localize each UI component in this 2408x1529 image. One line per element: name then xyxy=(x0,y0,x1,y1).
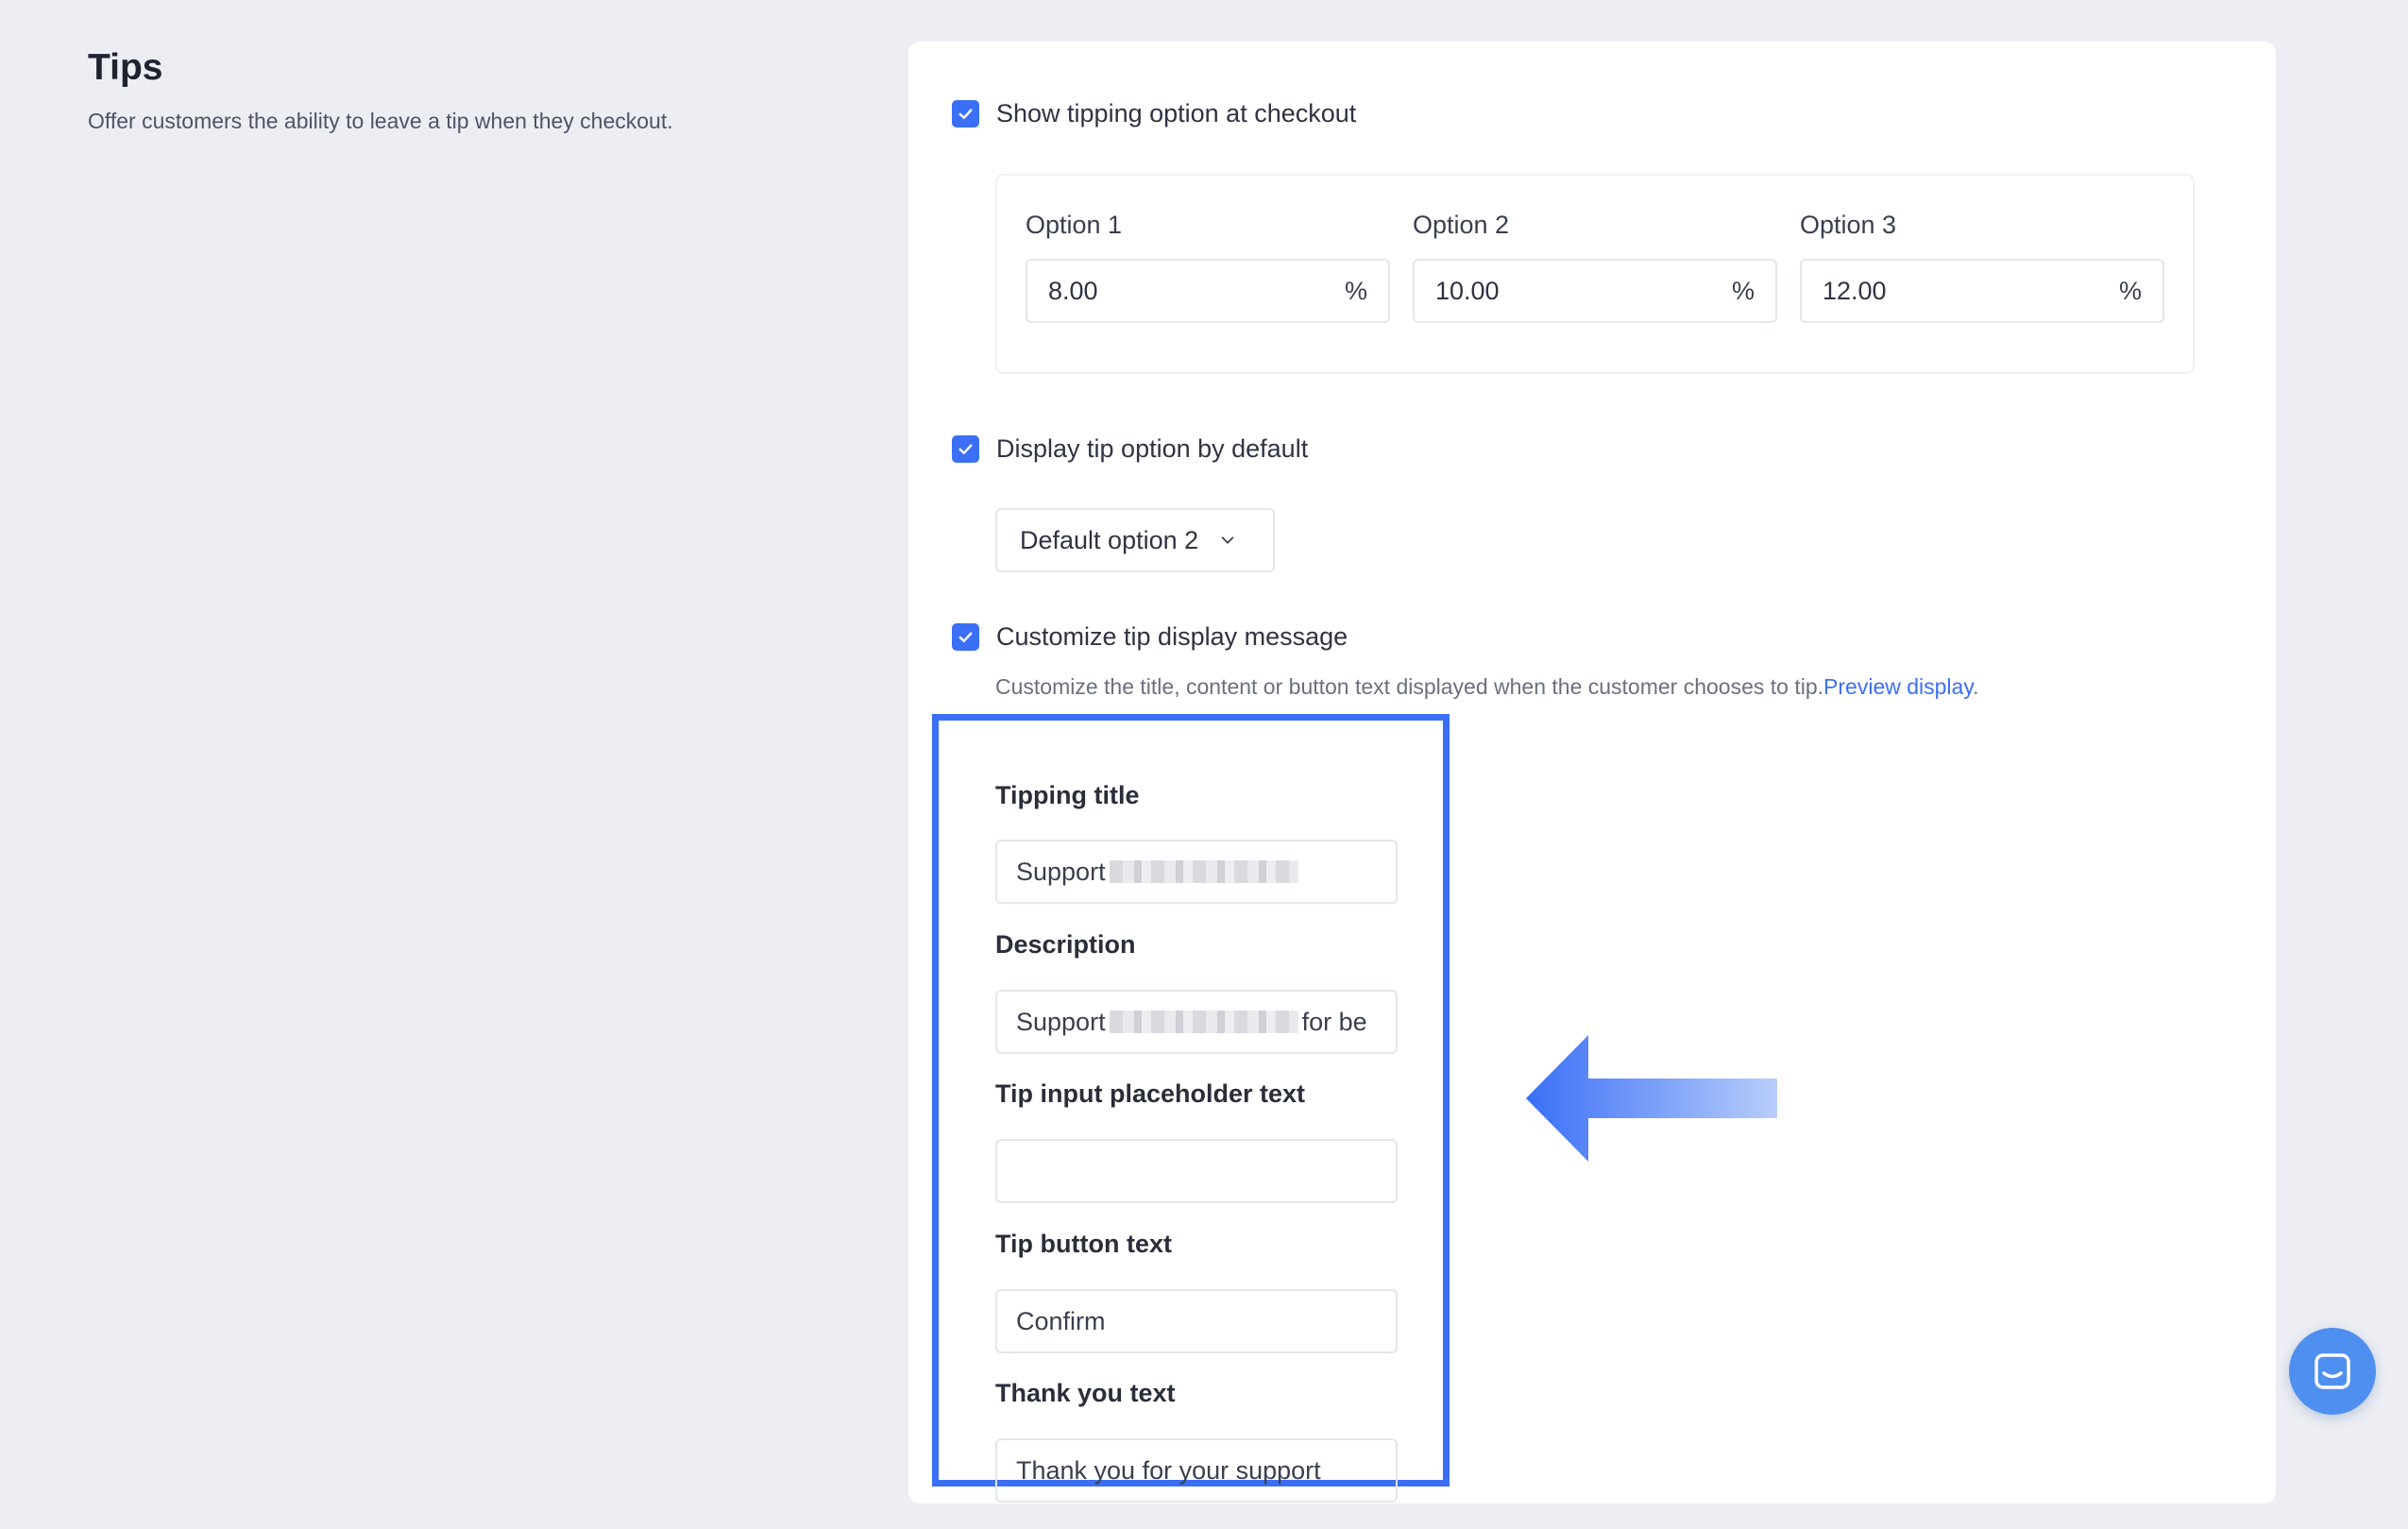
redacted-text xyxy=(1109,1011,1298,1033)
tips-settings-card: Show tipping option at checkout Option 1… xyxy=(908,42,2276,1504)
placeholder-field: Tip input placeholder text xyxy=(995,1077,1398,1203)
section-header: Tips Offer customers the ability to leav… xyxy=(88,43,862,136)
customize-row: Customize tip display message xyxy=(952,622,1348,652)
tipping-title-label: Tipping title xyxy=(995,781,1140,809)
tip-button-label: Tip button text xyxy=(995,1230,1172,1258)
default-option-value: Default option 2 xyxy=(1020,525,1199,554)
show-tipping-row: Show tipping option at checkout xyxy=(952,99,1356,128)
preview-display-link[interactable]: Preview display xyxy=(1823,674,1973,699)
tipping-title-value: Support xyxy=(1016,857,1106,886)
description-input[interactable]: Support for be xyxy=(995,990,1398,1054)
tipping-title-input[interactable]: Support xyxy=(995,840,1398,904)
chat-icon xyxy=(2315,1353,2350,1389)
show-tipping-label: Show tipping option at checkout xyxy=(996,99,1357,127)
customize-help-text: Customize the title, content or button t… xyxy=(995,674,1824,699)
tip-button-input[interactable]: Confirm xyxy=(995,1289,1398,1353)
check-icon xyxy=(958,632,973,643)
thank-you-field: Thank you text Thank you for your suppor… xyxy=(995,1376,1398,1503)
tip-button-field: Tip button text Confirm xyxy=(995,1227,1398,1353)
percent-suffix: % xyxy=(1731,276,1755,305)
chat-launcher-button[interactable] xyxy=(2289,1328,2376,1415)
tip-option-2-label: Option 2 xyxy=(1413,211,1510,239)
tip-option-2: Option 2 10.00 % xyxy=(1413,208,1777,323)
description-label: Description xyxy=(995,930,1136,959)
percent-suffix: % xyxy=(2118,276,2142,305)
placeholder-input[interactable] xyxy=(995,1139,1398,1203)
tip-option-1: Option 1 8.00 % xyxy=(1026,208,1390,323)
tip-option-3: Option 3 12.00 % xyxy=(1800,208,2164,323)
tip-option-2-value: 10.00 xyxy=(1435,276,1500,305)
section-description: Offer customers the ability to leave a t… xyxy=(88,109,673,133)
percent-suffix: % xyxy=(1344,276,1367,305)
tip-option-1-label: Option 1 xyxy=(1026,211,1123,239)
check-icon xyxy=(958,109,973,120)
thank-you-input[interactable]: Thank you for your support xyxy=(995,1438,1398,1503)
show-tipping-checkbox[interactable] xyxy=(952,100,979,127)
description-field: Description Support for be xyxy=(995,927,1398,1054)
default-tip-checkbox[interactable] xyxy=(952,435,979,463)
thank-you-value: Thank you for your support xyxy=(1016,1455,1321,1485)
default-option-select[interactable]: Default option 2 xyxy=(995,508,1275,572)
tip-option-3-label: Option 3 xyxy=(1800,211,1897,239)
tip-option-3-input[interactable]: 12.00 % xyxy=(1800,259,2164,323)
tip-option-3-value: 12.00 xyxy=(1823,276,1887,305)
tip-option-2-input[interactable]: 10.00 % xyxy=(1413,259,1777,323)
customize-checkbox[interactable] xyxy=(952,623,979,651)
tipping-title-field: Tipping title Support xyxy=(995,778,1398,904)
thank-you-label: Thank you text xyxy=(995,1379,1176,1407)
customize-help: Customize the title, content or button t… xyxy=(995,674,1979,700)
check-icon xyxy=(958,444,973,455)
description-value-start: Support xyxy=(1016,1007,1106,1036)
placeholder-label: Tip input placeholder text xyxy=(995,1079,1306,1108)
default-tip-label: Display tip option by default xyxy=(996,434,1309,463)
tip-button-value: Confirm xyxy=(1016,1306,1106,1335)
redacted-text xyxy=(1109,860,1298,883)
section-title: Tips xyxy=(88,47,163,88)
customize-label: Customize tip display message xyxy=(996,622,1348,651)
arrow-left-icon xyxy=(1526,1035,1777,1162)
chevron-down-icon xyxy=(1221,536,1234,544)
description-value-end: for be xyxy=(1301,1007,1367,1036)
tip-option-1-value: 8.00 xyxy=(1048,276,1098,305)
help-period: . xyxy=(1973,674,1979,699)
tip-option-1-input[interactable]: 8.00 % xyxy=(1026,259,1390,323)
default-tip-row: Display tip option by default xyxy=(952,434,1308,464)
tip-options-panel: Option 1 8.00 % Option 2 10.00 % Option … xyxy=(995,174,2195,374)
